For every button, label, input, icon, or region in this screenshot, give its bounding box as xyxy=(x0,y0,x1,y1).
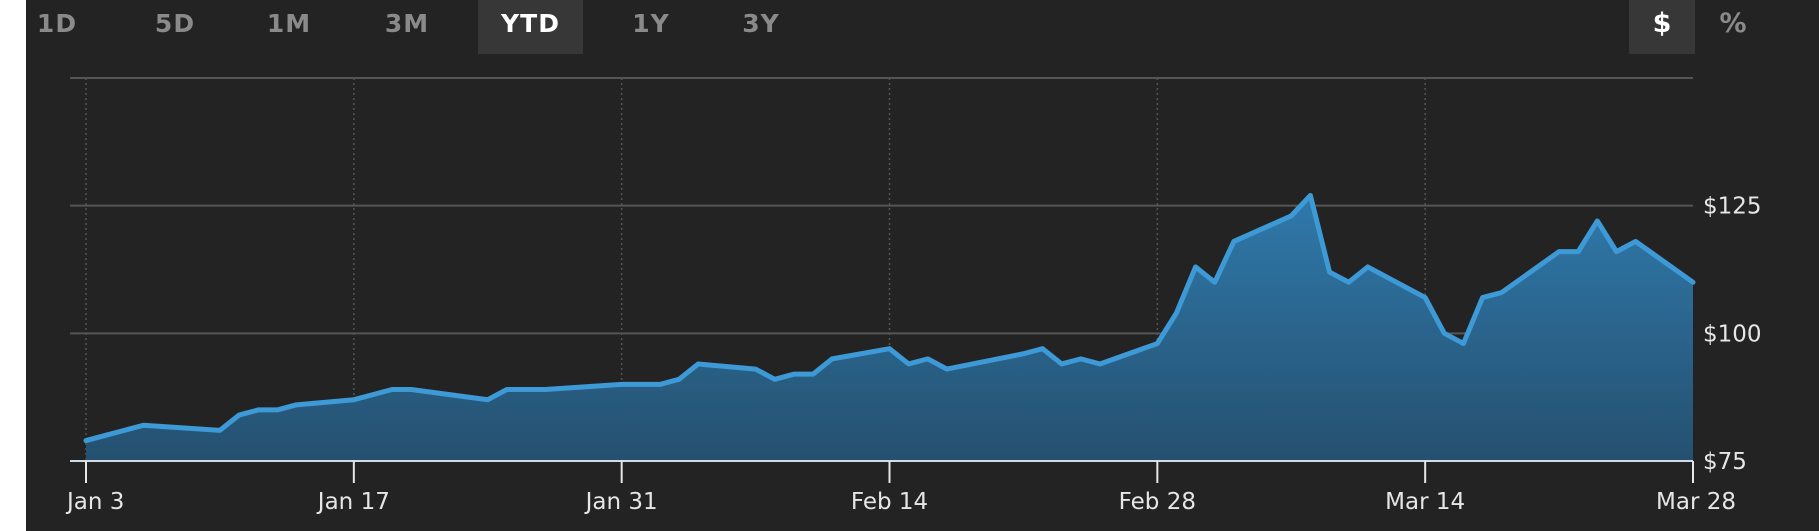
x-tick-label: Jan 3 xyxy=(65,489,124,515)
x-tick-label: Feb 14 xyxy=(851,489,928,515)
y-tick-label: $75 xyxy=(1703,449,1747,475)
y-tick-label: $100 xyxy=(1703,321,1762,347)
x-tick-label: Feb 28 xyxy=(1119,489,1196,515)
y-tick-label: $125 xyxy=(1703,194,1762,220)
x-tick-label: Mar 14 xyxy=(1385,489,1465,515)
x-tick-label: Mar 28 xyxy=(1656,489,1736,515)
x-tick-label: Jan 31 xyxy=(584,489,658,515)
price-chart: Jan 3 Jan 17 Jan 31 Feb 14 Feb 28 Mar 14 Mar 2… xyxy=(65,77,1762,515)
x-tick-label: Jan 17 xyxy=(316,489,390,515)
